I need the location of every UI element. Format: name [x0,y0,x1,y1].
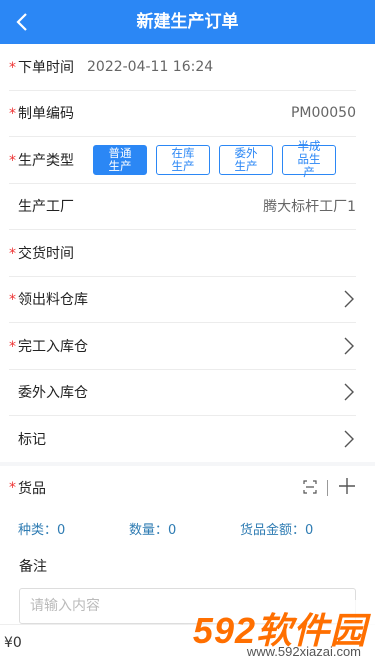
order-time-value[interactable]: 2022-04-11 16:24 [87,59,213,75]
tool-divider [327,480,328,496]
goods-tools [303,477,356,499]
order-time-label: 下单时间 [18,59,74,76]
goods-quantity: 数量：0 [129,522,177,538]
order-time-row[interactable]: * 下单时间 2022-04-11 16:24 [9,44,356,91]
app-header: 新建生产订单 [0,0,375,44]
required-mark: * [9,152,16,169]
order-code-value: PM00050 [290,105,356,122]
scan-icon[interactable] [303,479,317,498]
watermark: 592软件园 www.592xiazai.com [180,600,375,667]
required-mark: * [9,480,16,496]
finish-warehouse-row[interactable]: * 完工入库仓 [9,323,356,370]
type-option-in-stock[interactable]: 在库生产 [156,144,210,175]
order-form: * 下单时间 2022-04-11 16:24 * 制单编码 PM00050 *… [0,44,375,462]
watermark-url: www.592xiazai.com [246,644,361,659]
production-type-options: 普通生产 在库生产 委外生产 半成品生产 [93,140,336,179]
chevron-right-icon [344,430,356,448]
goods-header: * 货品 [9,466,356,510]
factory-row[interactable]: 生产工厂 腾大标杆工厂1 [9,184,356,230]
goods-amount: 货品金额：0 [240,522,314,538]
production-type-row: * 生产类型 普通生产 在库生产 委外生产 半成品生产 [9,137,356,184]
required-mark: * [9,338,16,355]
outsource-warehouse-label: 委外入库仓 [18,385,88,402]
production-type-label: 生产类型 [18,152,74,169]
total-amount: ¥0 [4,635,22,651]
finish-warehouse-label: 完工入库仓 [18,338,88,355]
chevron-right-icon [344,290,356,308]
goods-kinds: 种类：0 [18,522,66,538]
mark-row[interactable]: 标记 [9,416,356,463]
goods-label: 货品 [18,481,46,497]
order-code-label: 制单编码 [18,106,74,123]
add-goods-icon[interactable] [338,477,356,499]
required-mark: * [9,245,16,262]
remark-label: 备注 [19,559,47,575]
required-mark: * [9,106,16,123]
page-title: 新建生产订单 [136,12,239,32]
chevron-right-icon [344,337,356,355]
material-warehouse-label: 领出料仓库 [18,292,88,309]
mark-label: 标记 [18,432,46,449]
material-warehouse-row[interactable]: * 领出料仓库 [9,277,356,323]
type-option-normal[interactable]: 普通生产 [93,144,147,175]
factory-label: 生产工厂 [18,199,74,216]
outsource-warehouse-row[interactable]: 委外入库仓 [9,370,356,416]
type-option-semi-finished[interactable]: 半成品生产 [282,140,336,179]
required-mark: * [9,292,16,309]
delivery-time-row[interactable]: * 交货时间 [9,230,356,277]
type-option-outsource[interactable]: 委外生产 [219,144,273,175]
delivery-time-label: 交货时间 [18,245,74,262]
chevron-right-icon [344,383,356,401]
order-code-row: * 制单编码 PM00050 [9,91,356,137]
goods-stats: 种类：0 数量：0 货品金额：0 [18,510,375,546]
factory-value: 腾大标杆工厂1 [263,199,356,216]
required-mark: * [9,59,16,76]
